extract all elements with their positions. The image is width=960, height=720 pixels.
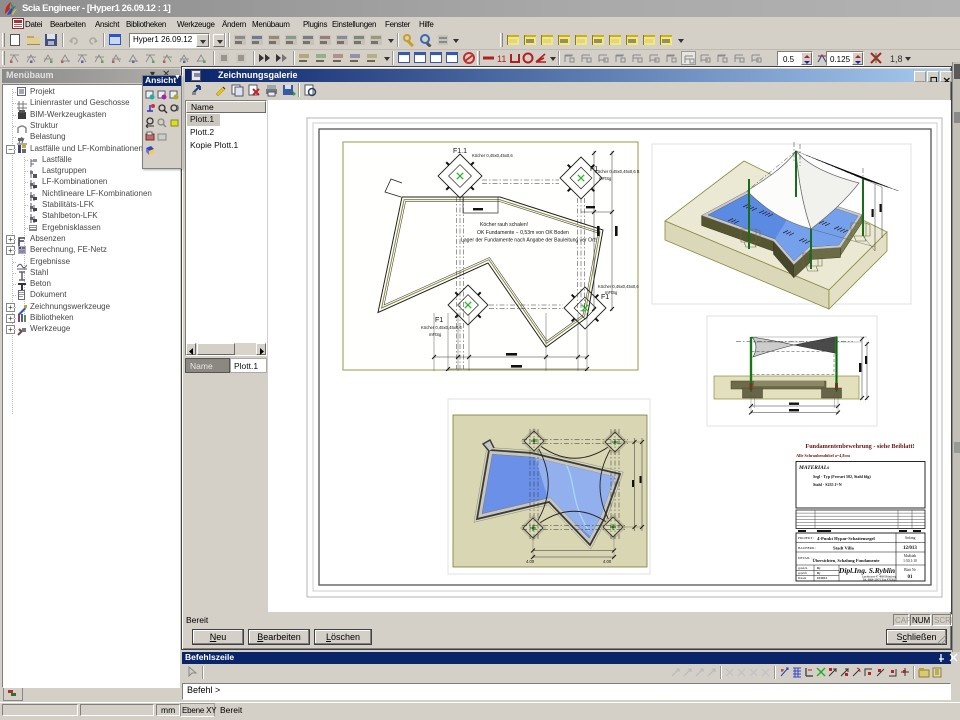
svg-text:F1: F1	[601, 294, 609, 301]
svg-text:Ry: Ry	[817, 571, 821, 575]
svg-text:mFtSg: mFtSg	[605, 290, 618, 295]
svg-text:Maßstab: Maßstab	[904, 554, 917, 558]
svg-text:Segl - Typ (Ferrari 502, S: Segl - Typ (Ferrari 502, Stahl fdg)	[813, 474, 871, 479]
svg-text:PROJEKT :: PROJEKT :	[798, 536, 814, 540]
svg-text:Dipl.Ing. S.Ryblin: Dipl.Ing. S.Ryblin	[838, 566, 895, 575]
svg-text:Übersichten, Schalung Fundamen: Übersichten, Schalung Fundamente	[813, 558, 880, 563]
svg-text:4-Punkt Hypar-Schattensegel: 4-Punkt Hypar-Schattensegel	[817, 536, 875, 541]
svg-text:BAUHERR :: BAUHERR :	[798, 546, 816, 550]
svg-text:mFtSg: mFtSg	[429, 332, 442, 337]
svg-text:Köcher 0,45x0,45x0,6: Köcher 0,45x0,45x0,6	[598, 284, 639, 289]
svg-text:Fundamentenbewehrung - siehe B: Fundamentenbewehrung - siehe Beiblatt!	[805, 443, 914, 450]
svg-text:F1.1: F1.1	[453, 148, 467, 155]
svg-text:Tel. 0664-33471 Fax 476362: Tel. 0664-33471 Fax 476362	[863, 579, 896, 582]
svg-text:OK Fundamente − 0,53m von OK B: OK Fundamente − 0,53m von OK Boden	[477, 230, 569, 236]
svg-text:4.00: 4.00	[526, 559, 535, 564]
svg-text:Stadt Villa: Stadt Villa	[833, 546, 855, 551]
svg-text:11: 11	[497, 54, 506, 64]
svg-text:1,8: 1,8	[890, 54, 903, 64]
svg-text:Köcher 0,45x0,45x0,6: Köcher 0,45x0,45x0,6	[421, 325, 462, 330]
svg-text:4.00: 4.00	[603, 559, 612, 564]
svg-text:Stahl - S235 J+N: Stahl - S235 J+N	[813, 482, 842, 487]
svg-text:Lager der Fundamente nach Anga: Lager der Fundamente nach Angabe der Bau…	[461, 238, 597, 244]
svg-text:Ry: Ry	[817, 566, 821, 570]
svg-text:Köcher rauh schalen!: Köcher rauh schalen!	[480, 222, 528, 228]
svg-text:Alle Schraubendübel a=4,8cm: Alle Schraubendübel a=4,8cm	[796, 453, 850, 458]
svg-text:01: 01	[908, 575, 914, 580]
svg-text:Datum: Datum	[798, 576, 807, 580]
svg-text:MATERIALs: MATERIALs	[798, 465, 829, 471]
svg-text:Köcher 0,45x0,45x0,6: Köcher 0,45x0,45x0,6	[472, 153, 513, 158]
svg-text:10/2013: 10/2013	[817, 576, 827, 580]
svg-text:Anfang: Anfang	[905, 536, 916, 540]
svg-text:gezeich.: gezeich.	[798, 566, 808, 570]
svg-text:Köcher 0,45x0,45x0,6 tt: Köcher 0,45x0,45x0,6 tt	[595, 169, 640, 174]
svg-text:mFtSg: mFtSg	[599, 176, 612, 181]
svg-text:F1: F1	[435, 317, 443, 324]
svg-text:geprüft: geprüft	[798, 571, 807, 575]
svg-text:DETAIL :: DETAIL :	[798, 556, 812, 560]
svg-text:12/013: 12/013	[903, 546, 917, 551]
svg-text:Blatt Nr: Blatt Nr	[904, 568, 916, 572]
